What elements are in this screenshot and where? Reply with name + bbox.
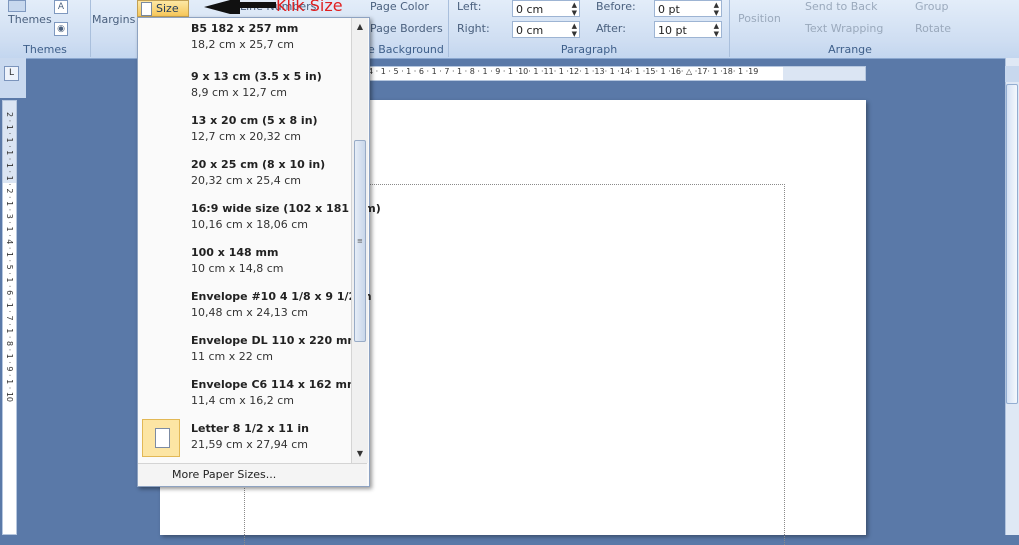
page-background-group: Page Color Page Borders e Background: [358, 0, 449, 57]
size-option[interactable]: Envelope C6 114 x 162 mm 11,4 cm x 16,2 …: [138, 373, 358, 417]
page-color-button[interactable]: Page Color: [370, 0, 429, 13]
text-wrapping-button[interactable]: Text Wrapping: [805, 22, 883, 35]
position-button[interactable]: Position: [738, 12, 781, 25]
dropdown-scroll-thumb[interactable]: ≡: [354, 140, 366, 342]
horizontal-ruler-margin: [783, 67, 865, 80]
grip-icon: ≡: [357, 237, 363, 245]
size-option-dimensions: 18,2 cm x 25,7 cm: [191, 38, 295, 51]
size-option-dimensions: 8,9 cm x 12,7 cm: [191, 86, 288, 99]
more-paper-sizes-item[interactable]: More Paper Sizes...: [138, 463, 367, 486]
theme-fonts-icon[interactable]: A: [54, 0, 68, 14]
spin-arrows-icon[interactable]: ▲ ▼: [572, 1, 577, 17]
spin-arrows-icon[interactable]: ▲ ▼: [714, 22, 719, 38]
size-option[interactable]: Envelope DL 110 x 220 mm 11 cm x 22 cm: [138, 329, 359, 373]
size-option[interactable]: 9 x 13 cm (3.5 x 5 in) 8,9 cm x 12,7 cm: [138, 65, 351, 109]
spin-arrows-icon[interactable]: ▲ ▼: [572, 22, 577, 38]
size-option[interactable]: Envelope #10 4 1/8 x 9 1/2 in 10,48 cm x…: [138, 285, 372, 329]
size-option[interactable]: B5 182 x 257 mm 18,2 cm x 25,7 cm: [138, 18, 351, 62]
tab-selector-icon[interactable]: L: [4, 66, 19, 81]
indent-right-input[interactable]: 0 cm ▲ ▼: [512, 21, 580, 38]
size-option[interactable]: 13 x 20 cm (5 x 8 in) 12,7 cm x 20,32 cm: [138, 109, 351, 153]
spacing-before-label: Before:: [596, 0, 636, 13]
indent-right-label: Right:: [457, 22, 490, 35]
size-option-title: Envelope DL 110 x 220 mm: [191, 334, 359, 347]
themes-group-label: Themes: [23, 43, 67, 56]
spacing-after-label: After:: [596, 22, 626, 35]
size-option-dimensions: 11 cm x 22 cm: [191, 350, 274, 363]
arrange-group: Position Send to Back Text Wrapping Grou…: [733, 0, 967, 57]
size-option[interactable]: 100 x 148 mm 10 cm x 14,8 cm: [138, 241, 351, 285]
vertical-ruler-scale: 2 · 1 · 1 · 1 · 1 · 1 · 2 · 1 · 3 · 1 · …: [5, 112, 14, 402]
size-option-dimensions: 21,59 cm x 27,94 cm: [191, 438, 309, 451]
page-borders-button[interactable]: Page Borders: [370, 22, 443, 35]
dropdown-scrollbar[interactable]: ▲ ≡ ▼: [351, 18, 368, 463]
scrollbar-thumb[interactable]: [1006, 84, 1018, 404]
ruler-corner: L: [0, 58, 26, 98]
rotate-button[interactable]: Rotate: [915, 22, 951, 35]
size-option-title: 100 x 148 mm: [191, 246, 279, 259]
paragraph-group-label: Paragraph: [560, 43, 618, 56]
selected-page-icon: [142, 419, 180, 457]
size-option-title: B5 182 x 257 mm: [191, 22, 299, 35]
size-option-title: 9 x 13 cm (3.5 x 5 in): [191, 70, 322, 83]
page-background-group-label: e Background: [368, 43, 444, 56]
themes-button[interactable]: Themes: [8, 13, 52, 26]
horizontal-ruler-scale: 4 · 1 · 5 · 1 · 6 · 1 · 7 · 1 · 8 · 1 · …: [368, 67, 759, 76]
indent-left-value: 0 cm: [516, 3, 544, 16]
theme-effects-icon[interactable]: ◉: [54, 22, 68, 36]
indent-left-label: Left:: [457, 0, 482, 13]
page-size-icon: [141, 2, 152, 16]
size-option-dimensions: 20,32 cm x 25,4 cm: [191, 174, 302, 187]
page-setup-group: Margins: [90, 0, 138, 57]
spacing-before-input[interactable]: 0 pt ▲ ▼: [654, 0, 722, 17]
size-option-dimensions: 11,4 cm x 16,2 cm: [191, 394, 295, 407]
margins-button[interactable]: Margins: [92, 13, 135, 26]
size-option[interactable]: 16:9 wide size (102 x 181 mm) 10,16 cm x…: [138, 197, 381, 241]
size-option[interactable]: 20 x 25 cm (8 x 10 in) 20,32 cm x 25,4 c…: [138, 153, 351, 197]
indent-left-input[interactable]: 0 cm ▲ ▼: [512, 0, 580, 17]
size-option-title: 20 x 25 cm (8 x 10 in): [191, 158, 326, 171]
size-button[interactable]: Size: [137, 0, 189, 17]
send-to-back-button[interactable]: Send to Back: [805, 0, 877, 13]
arrange-group-label: Arrange: [828, 43, 872, 56]
size-option-dimensions: 10 cm x 14,8 cm: [191, 262, 284, 275]
size-option-selected[interactable]: Letter 8 1/2 x 11 in 21,59 cm x 27,94 cm: [138, 417, 351, 461]
size-dropdown: B5 182 x 257 mm 18,2 cm x 25,7 cm 9 x 13…: [137, 17, 381, 487]
size-option-dimensions: 10,16 cm x 18,06 cm: [191, 218, 309, 231]
size-option-dimensions: 12,7 cm x 20,32 cm: [191, 130, 302, 143]
size-option-title: Envelope C6 114 x 162 mm: [191, 378, 359, 391]
more-paper-sizes-label: More Paper Sizes...: [172, 468, 277, 481]
themes-icon[interactable]: [8, 0, 26, 12]
ruler-toggle-icon[interactable]: [1005, 66, 1019, 82]
size-option-title: Envelope #10 4 1/8 x 9 1/2 in: [191, 290, 372, 303]
size-option-dimensions: 10,48 cm x 24,13 cm: [191, 306, 309, 319]
paragraph-group: Left: 0 cm ▲ ▼ Right: 0 cm ▲ ▼ Before: 0 pt ▲…: [449, 0, 730, 57]
scroll-up-icon[interactable]: ▲: [352, 20, 368, 34]
scroll-down-icon[interactable]: ▼: [352, 447, 368, 461]
spin-arrows-icon[interactable]: ▲ ▼: [714, 1, 719, 17]
spacing-after-value: 10 pt: [658, 24, 687, 37]
spacing-after-input[interactable]: 10 pt ▲ ▼: [654, 21, 722, 38]
size-option-title: 13 x 20 cm (5 x 8 in): [191, 114, 318, 127]
size-button-label: Size: [156, 2, 179, 15]
indent-right-value: 0 cm: [516, 24, 544, 37]
themes-group: Themes A ◉ Themes: [0, 0, 91, 57]
size-list: B5 182 x 257 mm 18,2 cm x 25,7 cm 9 x 13…: [138, 18, 381, 463]
group-button[interactable]: Group: [915, 0, 949, 13]
annotation-text: Klik Size: [276, 0, 343, 15]
spacing-before-value: 0 pt: [658, 3, 680, 16]
size-option-title: Letter 8 1/2 x 11 in: [191, 422, 310, 435]
